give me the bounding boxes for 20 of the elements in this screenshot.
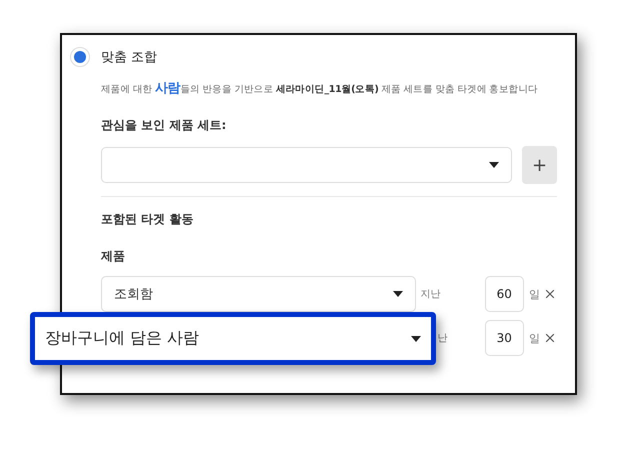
since-label: 난 bbox=[437, 332, 448, 345]
add-button[interactable]: + bbox=[522, 146, 557, 184]
section-title: 포함된 타겟 활동 bbox=[101, 211, 194, 228]
radio-button[interactable] bbox=[70, 47, 90, 67]
option-description: 제품에 대한 사람들의 반응을 기반으로 세라마이딘_11월(오톡) 제품 세트를 맞춤 타겟에 홍보합니다 bbox=[101, 80, 539, 97]
caret-icon bbox=[489, 162, 500, 168]
option-title: 맞춤 조합 bbox=[101, 49, 158, 66]
activity-select[interactable]: 조회함 bbox=[101, 276, 416, 312]
days-field[interactable]: 60 bbox=[484, 276, 524, 312]
unit-label: 일 bbox=[529, 286, 540, 302]
close-icon[interactable] bbox=[543, 331, 557, 345]
field-label: 관심을 보인 제품 세트: bbox=[101, 117, 228, 134]
close-icon[interactable] bbox=[543, 287, 557, 301]
callout-select[interactable]: 장바구니에 담은 사람 bbox=[30, 312, 436, 365]
unit-label: 일 bbox=[529, 330, 540, 346]
days-field[interactable]: 30 bbox=[484, 320, 524, 356]
field-label: 제품 bbox=[101, 248, 126, 265]
since-label: 지난 bbox=[420, 288, 442, 301]
caret-icon bbox=[392, 291, 403, 297]
caret-icon bbox=[411, 336, 421, 342]
